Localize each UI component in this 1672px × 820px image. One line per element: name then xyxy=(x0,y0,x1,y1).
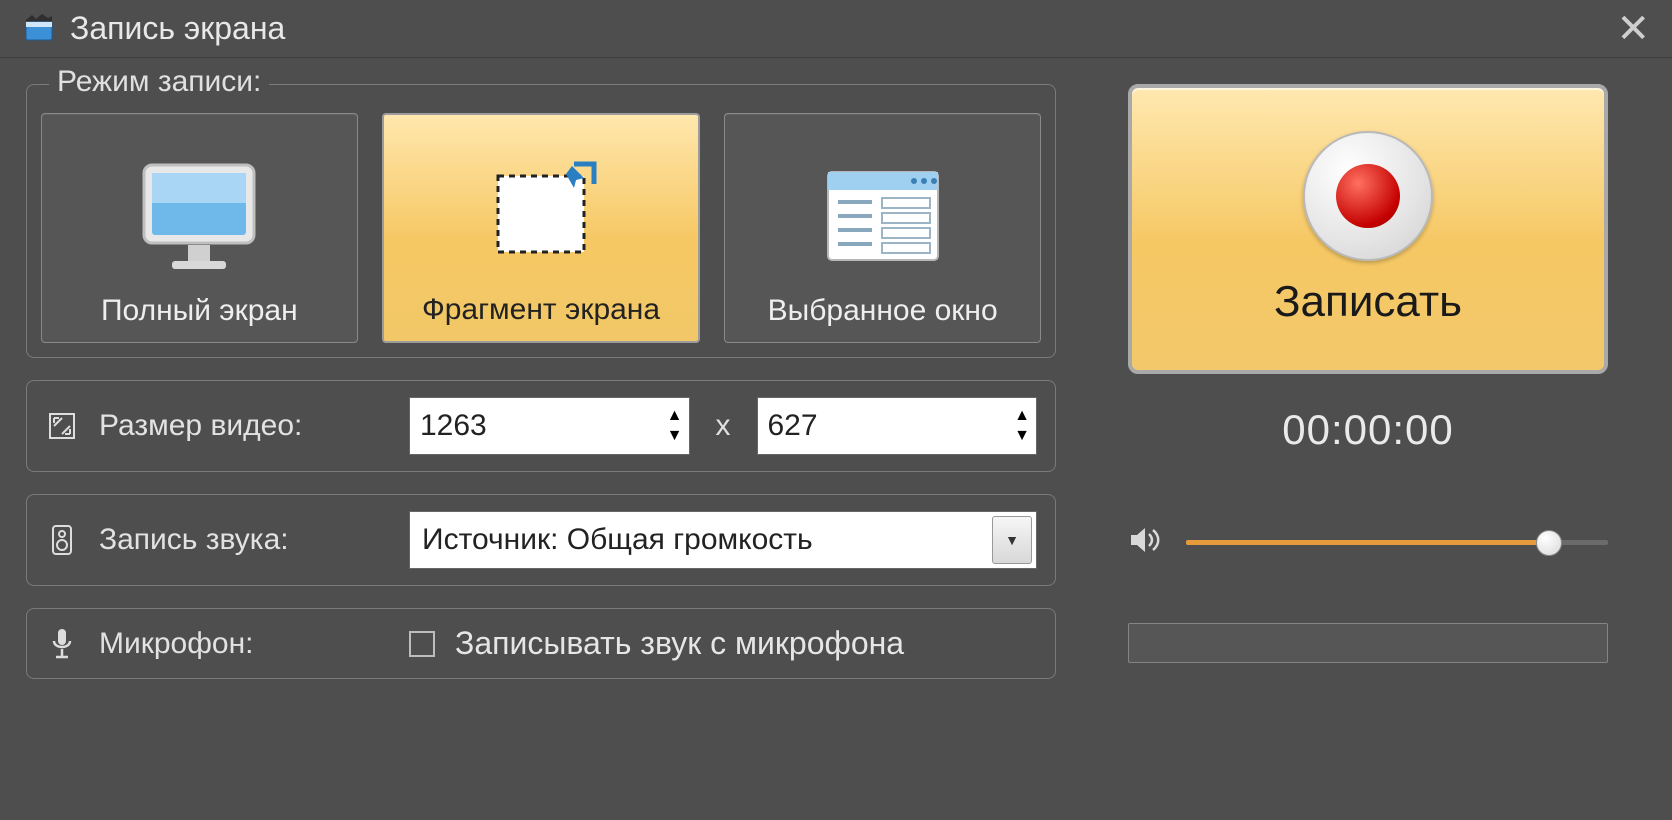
titlebar: Запись экрана ✕ xyxy=(0,0,1672,58)
video-size-label: Размер видео: xyxy=(99,409,389,443)
audio-source-dropdown[interactable]: Источник: Общая громкость ▼ xyxy=(409,511,1037,569)
screen-recorder-window: Запись экрана ✕ Режим записи: xyxy=(0,0,1672,820)
microphone-icon xyxy=(45,627,79,661)
record-icon xyxy=(1303,131,1433,261)
recording-mode-group: Режим записи: Полный экран xyxy=(26,84,1056,358)
mode-window[interactable]: Выбранное окно xyxy=(724,113,1041,343)
width-input[interactable]: 1263 ▲▼ xyxy=(409,397,690,455)
app-icon xyxy=(22,12,56,46)
mic-checkbox[interactable] xyxy=(409,631,435,657)
monitor-icon xyxy=(129,152,269,282)
record-button[interactable]: Записать xyxy=(1128,84,1608,374)
audio-source-value: Источник: Общая громкость xyxy=(422,523,813,557)
right-column: Записать 00:00:00 xyxy=(1090,84,1646,810)
title-left: Запись экрана xyxy=(22,10,285,47)
chevron-down-icon[interactable]: ▼ xyxy=(992,516,1032,564)
mode-label: Выбранное окно xyxy=(768,294,998,328)
window-icon xyxy=(813,152,953,282)
left-column: Режим записи: Полный экран xyxy=(26,84,1056,810)
window-title: Запись экрана xyxy=(70,10,285,47)
mode-fullscreen[interactable]: Полный экран xyxy=(41,113,358,343)
microphone-row: Микрофон: Записывать звук с микрофона xyxy=(26,608,1056,679)
height-input[interactable]: 627 ▲▼ xyxy=(757,397,1038,455)
video-size-row: Размер видео: 1263 ▲▼ x 627 ▲▼ xyxy=(26,380,1056,472)
slider-thumb[interactable] xyxy=(1536,530,1562,556)
close-icon[interactable]: ✕ xyxy=(1616,6,1650,52)
dimension-separator: x xyxy=(710,409,737,443)
timer-display: 00:00:00 xyxy=(1282,406,1454,454)
recording-mode-label: Режим записи: xyxy=(49,65,269,99)
mic-checkbox-label: Записывать звук с микрофона xyxy=(455,625,904,662)
mode-label: Фрагмент экрана xyxy=(422,293,660,327)
mode-fragment[interactable]: Фрагмент экрана xyxy=(382,113,701,343)
volume-slider[interactable] xyxy=(1186,540,1608,545)
content: Режим записи: Полный экран xyxy=(0,58,1672,820)
width-value: 1263 xyxy=(420,409,487,443)
mode-label: Полный экран xyxy=(101,294,298,328)
height-spinner[interactable]: ▲▼ xyxy=(1014,408,1030,444)
audio-source-row: Запись звука: Источник: Общая громкость … xyxy=(26,494,1056,586)
audio-source-label: Запись звука: xyxy=(99,523,389,557)
record-button-label: Записать xyxy=(1274,277,1462,327)
mic-label: Микрофон: xyxy=(99,627,389,661)
selection-icon xyxy=(471,151,611,281)
volume-icon xyxy=(1128,524,1164,561)
volume-row xyxy=(1128,524,1608,561)
resize-icon xyxy=(45,409,79,443)
mode-buttons: Полный экран Фрагмент экрана xyxy=(41,113,1041,343)
speaker-device-icon xyxy=(45,523,79,557)
height-value: 627 xyxy=(768,409,818,443)
width-spinner[interactable]: ▲▼ xyxy=(667,408,683,444)
mic-level-meter xyxy=(1128,623,1608,663)
